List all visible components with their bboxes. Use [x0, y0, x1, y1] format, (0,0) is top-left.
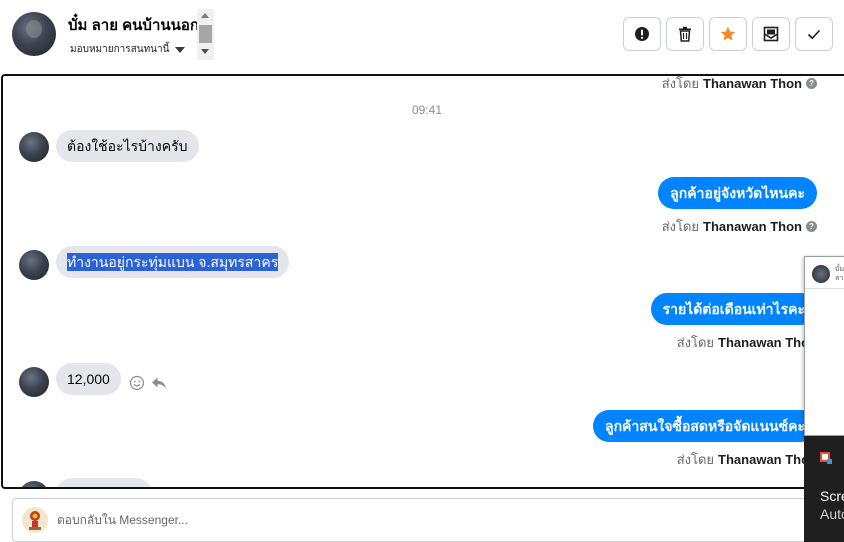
outgoing-message[interactable]: รายได้ต่อเดือนเท่าไรคะ: [650, 293, 817, 325]
smiley-icon[interactable]: [129, 375, 145, 391]
outgoing-message[interactable]: ลูกค้าอยู่จังหวัดไหนคะ: [658, 177, 817, 209]
sender-avatar[interactable]: [19, 367, 49, 397]
sender-name: Thanawan Thon: [718, 335, 817, 350]
sender-name: Thanawan Thon: [718, 452, 817, 467]
sender-name: Thanawan Thon: [703, 219, 802, 234]
incoming-message[interactable]: ทำงานอยู่กระทุ่มแบน จ.สมุทรสาคร: [56, 246, 290, 278]
assign-label: มอบหมายการสนทนานี้: [70, 44, 170, 55]
reply-arrow-icon[interactable]: [151, 376, 167, 390]
check-icon: [807, 29, 821, 40]
outgoing-message[interactable]: ลูกค้าสนใจซื้อสดหรือจัดแนนซ์คะ: [593, 410, 817, 442]
sent-by-label: ส่งโดย Thanawan Thon: [677, 449, 817, 470]
floating-chat-header[interactable]: บั๋ม ลาย: [805, 257, 844, 289]
mark-done-button[interactable]: [795, 17, 833, 51]
incoming-message-partial[interactable]: [56, 478, 152, 487]
caret-down-icon: [175, 46, 186, 53]
scroll-up-arrow-icon[interactable]: [201, 13, 209, 18]
screenshot-toast-notification[interactable]: Scre Auto: [804, 436, 844, 542]
snip-tool-icon: [820, 452, 832, 464]
sent-by-label: ส่งโดย Thanawan Thon ?: [661, 76, 817, 94]
sent-by-prefix: ส่งโดย: [676, 335, 715, 350]
contact-avatar[interactable]: [12, 12, 56, 56]
reply-input[interactable]: [57, 513, 357, 527]
scroll-thumb[interactable]: [199, 25, 212, 43]
mark-unread-button[interactable]: [752, 17, 790, 51]
selected-text: ทำงานอยู่กระทุ่มแบน จ.สมุทรสาคร: [67, 253, 279, 271]
sent-by-prefix: ส่งโดย: [661, 219, 700, 234]
page-logo-icon: [29, 511, 41, 530]
delete-button[interactable]: [666, 17, 704, 51]
sender-avatar[interactable]: [19, 250, 49, 280]
alert-circle-icon: [635, 27, 649, 41]
sent-by-label: ส่งโดย Thanawan Thon ?: [662, 216, 817, 237]
question-icon[interactable]: ?: [806, 221, 817, 232]
sender-avatar[interactable]: [19, 481, 49, 487]
message-timestamp: 09:41: [411, 103, 443, 117]
sent-by-prefix: ส่งโดย: [661, 76, 700, 91]
floating-chat-avatar: [812, 265, 830, 283]
floating-chat-window[interactable]: บั๋ม ลาย: [804, 256, 844, 436]
header-scrollbar[interactable]: [197, 9, 214, 60]
question-icon[interactable]: ?: [806, 78, 817, 89]
sender-avatar[interactable]: [19, 132, 49, 162]
sent-by-prefix: ส่งโดย: [676, 452, 715, 467]
conversation-header: บั๋ม ลาย คนบ้านนอก มอบหมายการสนทนานี้: [0, 0, 844, 72]
contact-name[interactable]: บั๋ม ลาย คนบ้านนอก: [68, 13, 198, 37]
envelope-icon: [763, 26, 779, 42]
floating-chat-name: บั๋ม ลาย: [835, 266, 844, 282]
star-button[interactable]: [709, 17, 747, 51]
assign-conversation-dropdown[interactable]: มอบหมายการสนทนานี้: [70, 42, 186, 57]
message-actions: [129, 375, 167, 391]
toast-subtitle: Auto: [820, 506, 844, 522]
message-thread[interactable]: ส่งโดย Thanawan Thon ? 09:41 ต้องใช้อะไร…: [1, 74, 844, 489]
toast-title: Scre: [820, 488, 844, 504]
trash-icon: [679, 26, 691, 42]
mark-spam-button[interactable]: [623, 17, 661, 51]
sent-by-label: ส่งโดย Thanawan Thon: [677, 332, 817, 353]
incoming-message[interactable]: ต้องใช้อะไรบ้างครับ: [56, 130, 199, 162]
messenger-inbox: บั๋ม ลาย คนบ้านนอก มอบหมายการสนทนานี้ ส่…: [0, 0, 844, 542]
star-icon: [720, 26, 736, 41]
incoming-message[interactable]: 12,000: [56, 363, 121, 395]
sender-name: Thanawan Thon: [703, 76, 802, 91]
page-avatar: [22, 507, 48, 533]
reply-composer: [12, 498, 832, 542]
scroll-down-arrow-icon[interactable]: [201, 49, 209, 54]
